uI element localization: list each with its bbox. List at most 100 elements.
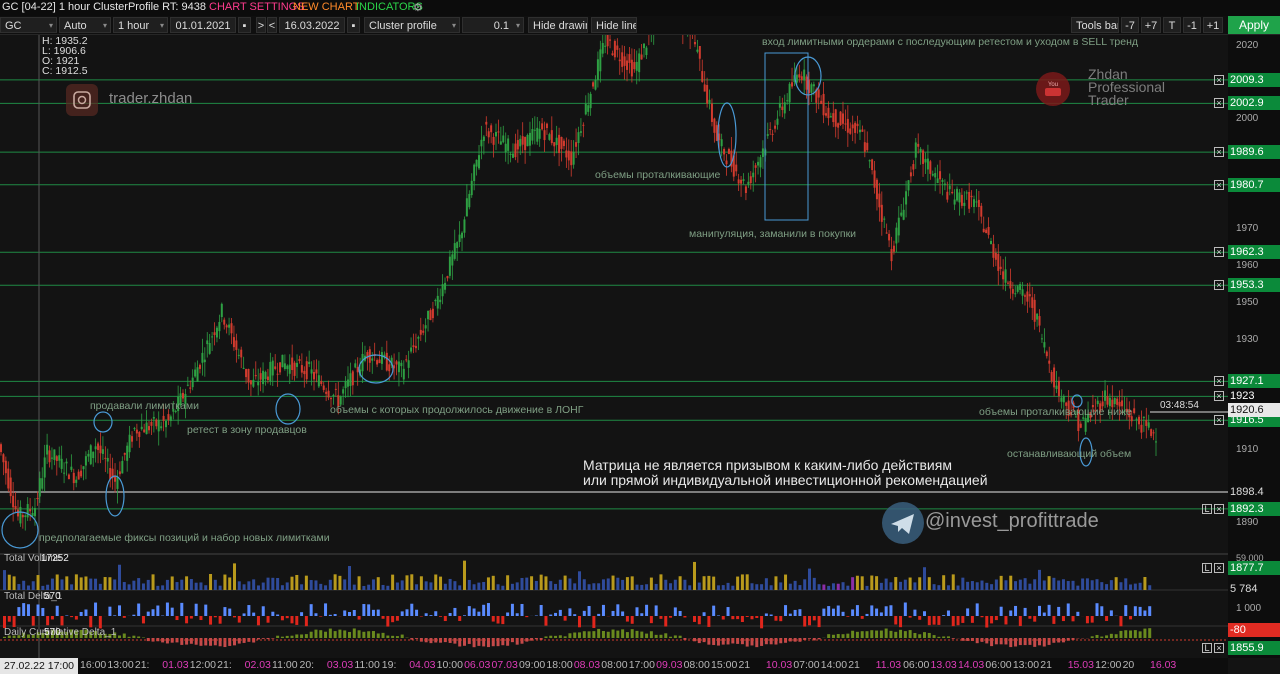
candle-body	[521, 136, 524, 145]
candle-body	[235, 340, 238, 350]
delta-bar	[1100, 606, 1104, 616]
delta-bar	[1018, 616, 1022, 627]
remove-level-icon[interactable]: ×	[1214, 503, 1224, 514]
remove-level-icon[interactable]: ×	[1214, 74, 1224, 85]
cum-delta-bar	[309, 631, 313, 638]
step-select[interactable]: 0.1	[462, 17, 524, 33]
candle-body	[152, 416, 155, 419]
volume-bar	[740, 574, 744, 590]
remove-level-icon[interactable]: ×	[1214, 415, 1224, 426]
volume-bar	[338, 575, 342, 590]
time-axis-label: 03.03	[326, 659, 354, 671]
cum-delta-bar	[568, 633, 572, 638]
candle-body	[82, 466, 85, 470]
calendar-from-icon[interactable]: ▪	[238, 17, 251, 33]
candle-body	[29, 509, 32, 512]
volume-bar	[889, 582, 893, 590]
hide-lines-button[interactable]: Hide lines	[591, 17, 637, 33]
calendar-to-icon[interactable]: ▪	[347, 17, 360, 33]
cum-delta-bar	[256, 638, 260, 640]
volume-bar	[122, 582, 126, 590]
delta-bar	[908, 616, 912, 618]
volume-bar	[894, 577, 898, 590]
cum-delta-bar	[429, 638, 433, 644]
cum-delta-bar	[740, 638, 744, 645]
volume-bar	[290, 576, 294, 590]
candle-body	[453, 243, 456, 259]
prev-arrow-icon[interactable]: <	[267, 17, 277, 33]
candle-body	[837, 123, 840, 128]
candle-body	[495, 131, 497, 137]
candle-body	[609, 39, 612, 41]
minus1-button[interactable]: -1	[1183, 17, 1201, 33]
cum-delta-bar	[515, 638, 519, 645]
indicators-gear-icon[interactable]: ⚙	[413, 1, 423, 14]
price-chart[interactable]: You	[0, 35, 1280, 658]
candle-body	[737, 179, 740, 184]
volume-bar	[903, 579, 907, 590]
delta-bar	[669, 616, 673, 618]
time-axis-label: 07:00	[793, 659, 820, 671]
scale-select[interactable]: Auto	[59, 17, 111, 33]
candle-body	[1002, 271, 1005, 280]
candle-body	[266, 376, 269, 381]
remove-level-icon[interactable]: ×	[1214, 147, 1224, 158]
volume-bar	[822, 584, 826, 590]
volume-bar	[74, 574, 78, 590]
date-from-field[interactable]: 01.01.2021	[170, 17, 236, 33]
lock-level-icon[interactable]: L	[1202, 643, 1212, 653]
remove-level-icon[interactable]: ×	[1214, 391, 1224, 402]
remove-level-icon[interactable]: ×	[1214, 376, 1224, 387]
chart-settings-link[interactable]: CHART SETTINGS	[209, 1, 305, 13]
volume-bar	[367, 584, 371, 590]
volume-bar	[673, 579, 677, 590]
cum-delta-bar	[894, 631, 898, 638]
cum-delta-bar	[122, 633, 126, 638]
cum-delta-bar	[606, 631, 610, 638]
candle-body	[116, 476, 119, 489]
plus1-button[interactable]: +1	[1203, 17, 1223, 33]
candle-body	[897, 217, 900, 236]
cum-delta-bar	[165, 638, 169, 644]
remove-level-icon[interactable]: ×	[1214, 643, 1224, 653]
remove-level-icon[interactable]: ×	[1214, 98, 1224, 109]
candle-body	[606, 35, 609, 47]
candle-body	[451, 254, 454, 266]
lock-level-icon[interactable]: L	[1202, 563, 1212, 573]
cum-delta-bar	[544, 636, 548, 638]
timeframe-select[interactable]: 1 hour	[113, 17, 168, 33]
minus7-button[interactable]: -7	[1121, 17, 1139, 33]
hide-drawing-button[interactable]: Hide drawing	[528, 17, 588, 33]
candle-body	[968, 191, 971, 209]
date-to-field[interactable]: 16.03.2022	[279, 17, 345, 33]
delta-bar	[185, 616, 189, 624]
delta-bar	[726, 607, 730, 616]
next-arrow-icon[interactable]: >	[256, 17, 266, 33]
candle-body	[1045, 351, 1048, 357]
delta-bar	[774, 616, 778, 621]
candle-body	[1145, 420, 1148, 426]
symbol-select[interactable]: GC	[0, 17, 57, 33]
delta-bar	[156, 605, 160, 616]
profile-select[interactable]: Cluster profile	[364, 17, 460, 33]
remove-level-icon[interactable]: ×	[1214, 179, 1224, 190]
candle-body	[203, 359, 206, 363]
tools-bar-button[interactable]: Tools bar	[1071, 17, 1119, 33]
lock-level-icon[interactable]: L	[1202, 503, 1212, 514]
candle-body	[198, 364, 201, 369]
remove-level-icon[interactable]: ×	[1214, 247, 1224, 258]
plus7-button[interactable]: +7	[1141, 17, 1161, 33]
cum-delta-bar	[831, 634, 835, 638]
volume-bar	[961, 577, 965, 590]
apply-button[interactable]: Apply	[1228, 16, 1280, 34]
volume-bar	[678, 576, 682, 590]
volume-bar	[458, 585, 462, 590]
remove-level-icon[interactable]: ×	[1214, 280, 1224, 291]
remove-level-icon[interactable]: ×	[1214, 563, 1224, 573]
candle-body	[19, 506, 22, 524]
delta-bar	[1119, 616, 1123, 627]
candle-body	[7, 468, 10, 489]
t-button[interactable]: T	[1163, 17, 1181, 33]
delta-bar	[889, 605, 893, 616]
new-chart-link[interactable]: NEW CHART	[293, 1, 359, 13]
